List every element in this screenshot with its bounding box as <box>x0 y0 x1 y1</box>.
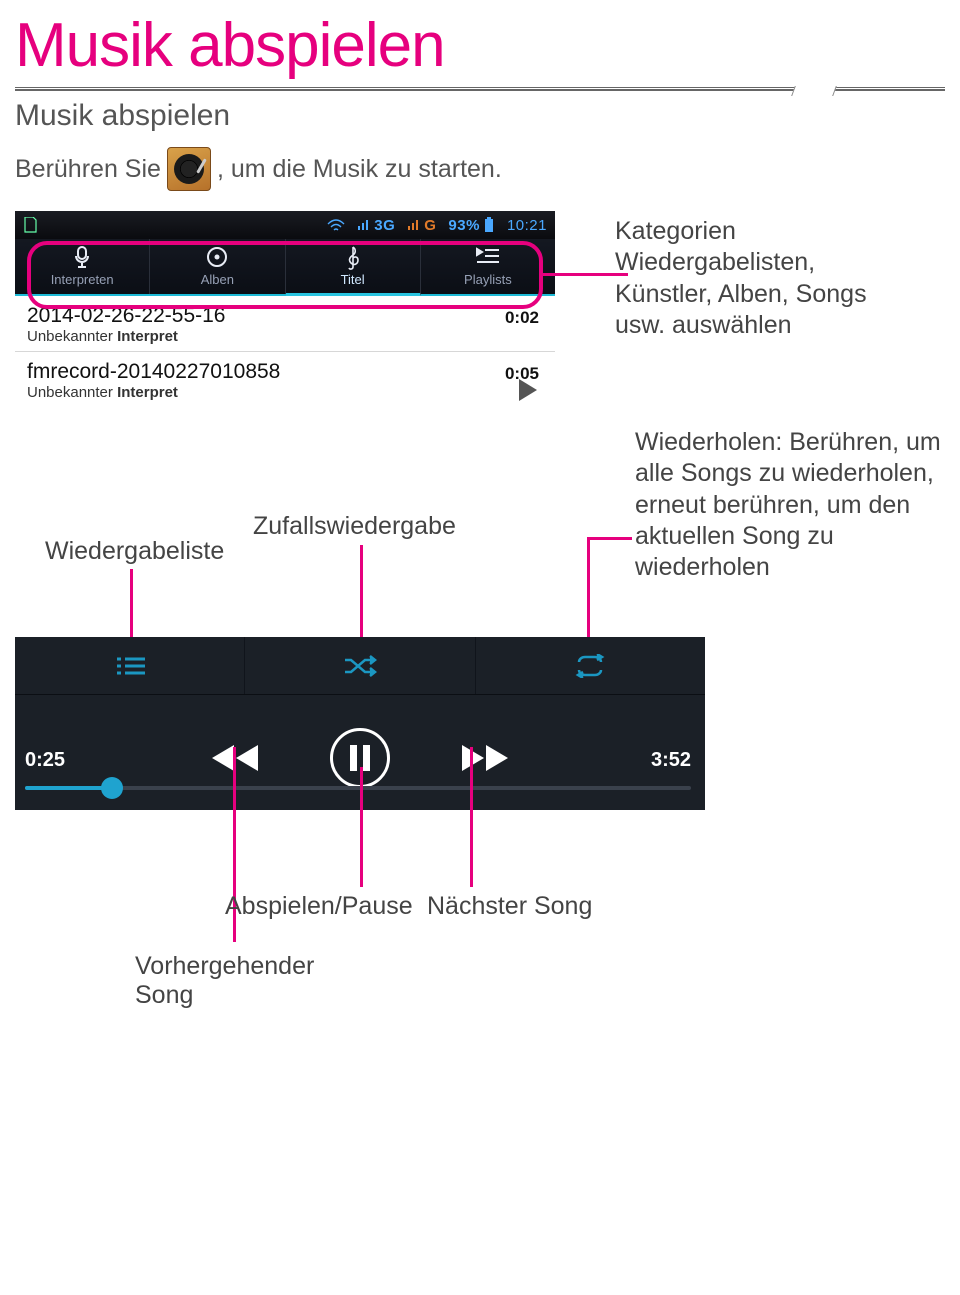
wifi-icon <box>327 218 345 232</box>
pause-bar-icon <box>350 745 357 771</box>
play-icon[interactable] <box>519 379 537 401</box>
tab-artists[interactable]: Interpreten <box>15 239 150 294</box>
repeat-button[interactable] <box>476 637 705 694</box>
track-row[interactable]: 2014-02-26-22-55-16 Unbekannter Interpre… <box>15 296 555 352</box>
callout-line <box>360 545 363 651</box>
intro-text: Berühren Sie , um die Musik zu starten. <box>15 147 945 191</box>
total-time: 3:52 <box>651 749 691 772</box>
tab-playlists[interactable]: Playlists <box>421 239 555 294</box>
playlist-button[interactable] <box>15 637 245 694</box>
callout-line <box>587 537 632 540</box>
callout-line <box>360 767 363 887</box>
section-rule <box>15 87 945 91</box>
callout-shuffle: Zufallswiedergabe <box>253 512 456 541</box>
status-bar: 3G G 93% 10:21 <box>15 211 555 239</box>
track-row[interactable]: fmrecord-20140227010858 Unbekannter Inte… <box>15 352 555 407</box>
tab-titles[interactable]: Titel <box>286 239 421 296</box>
track-artist: Unbekannter Interpret <box>27 328 543 345</box>
callout-prev: Vorhergehender Song <box>135 952 335 1010</box>
callout-playpause: Abspielen/Pause <box>225 892 413 921</box>
signal-g: G <box>407 217 436 234</box>
battery-status: 93% <box>448 217 495 234</box>
list-icon <box>113 654 147 678</box>
callout-next: Nächster Song <box>427 892 592 921</box>
callout-playlist: Wiedergabeliste <box>45 537 224 566</box>
callout-line <box>587 537 590 653</box>
track-title: 2014-02-26-22-55-16 <box>27 304 543 328</box>
forward-icon <box>460 741 512 775</box>
intro-before: Berühren Sie <box>15 155 161 184</box>
music-app-icon <box>167 147 211 191</box>
tab-playlists-label: Playlists <box>464 272 512 287</box>
pause-bar-icon <box>363 745 370 771</box>
shuffle-button[interactable] <box>245 637 475 694</box>
microphone-icon <box>15 245 149 271</box>
screenshot-music-library: 3G G 93% 10:21 Interpreten <box>15 211 555 407</box>
track-title: fmrecord-20140227010858 <box>27 360 543 384</box>
track-artist: Unbekannter Interpret <box>27 384 543 401</box>
elapsed-time: 0:25 <box>25 749 65 772</box>
tab-albums[interactable]: Alben <box>150 239 285 294</box>
tab-albums-label: Alben <box>201 272 234 287</box>
tab-artists-label: Interpreten <box>51 272 114 287</box>
callout-categories: Kategorien Wiedergabelisten, Künstler, A… <box>615 211 915 341</box>
signal-3g: 3G <box>357 217 395 234</box>
section-subtitle: Musik abspielen <box>15 99 945 133</box>
callout-line <box>470 747 473 887</box>
callout-repeat: Wiederholen: Berühren, um alle Songs zu … <box>635 427 945 583</box>
page-title: Musik abspielen <box>15 10 945 81</box>
sdcard-icon <box>23 217 37 233</box>
intro-after: , um die Musik zu starten. <box>217 155 502 184</box>
category-tabs: Interpreten Alben Titel Playlists <box>15 239 555 296</box>
track-duration: 0:02 <box>505 308 539 328</box>
repeat-icon <box>573 654 607 678</box>
next-button[interactable] <box>460 741 512 775</box>
progress-bar[interactable] <box>25 786 691 790</box>
disc-icon <box>150 245 284 271</box>
treble-clef-icon <box>286 245 420 271</box>
clock: 10:21 <box>507 217 547 234</box>
shuffle-icon <box>342 654 378 678</box>
callout-line <box>543 273 628 276</box>
tab-titles-label: Titel <box>341 272 365 287</box>
playlist-icon <box>421 245 555 271</box>
